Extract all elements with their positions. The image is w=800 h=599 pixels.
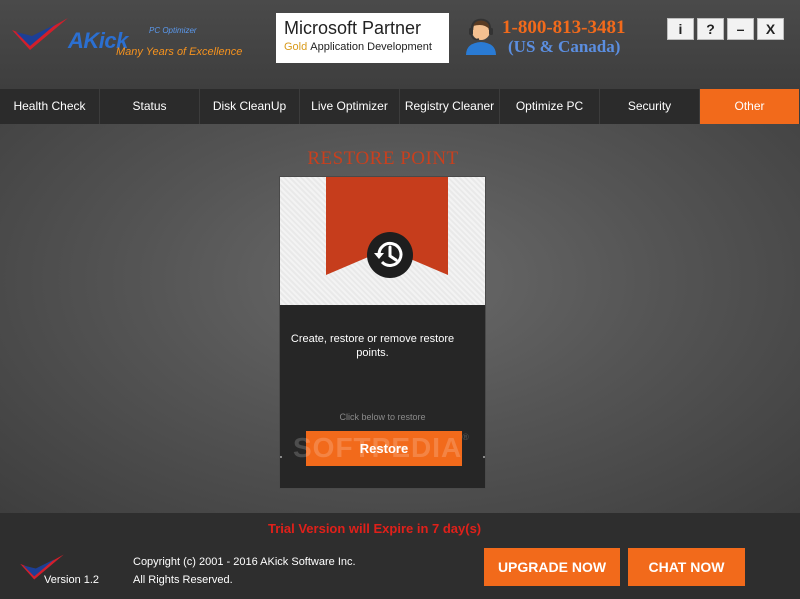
app-footer: Trial Version will Expire in 7 day(s) Ve… [0, 513, 800, 599]
tab-status[interactable]: Status [100, 89, 200, 124]
help-button[interactable]: ? [697, 18, 724, 40]
page-title: RESTORE POINT [307, 148, 459, 169]
copyright-line-2: All Rights Reserved. [133, 574, 233, 586]
watermark-registered-mark: ® [462, 432, 470, 442]
tab-registry-cleaner[interactable]: Registry Cleaner [400, 89, 500, 124]
card-header-pattern [280, 177, 485, 305]
card-hint: Click below to restore [339, 412, 426, 422]
app-logo: AKick PC Optimizer Many Years of Excelle… [10, 16, 270, 64]
chat-now-button[interactable]: CHAT NOW [628, 548, 745, 586]
tab-optimize-pc[interactable]: Optimize PC [500, 89, 600, 124]
trial-notice: Trial Version will Expire in 7 day(s) [268, 521, 482, 536]
close-button[interactable]: X [757, 18, 784, 40]
app-header: AKick PC Optimizer Many Years of Excelle… [0, 0, 800, 89]
softpedia-watermark: SOFTPEDIA® [293, 432, 470, 464]
card-divider-right [483, 456, 485, 458]
tab-live-optimizer[interactable]: Live Optimizer [300, 89, 400, 124]
partner-title: Microsoft Partner [284, 18, 422, 38]
microsoft-partner-badge: Microsoft Partner Gold Application Develo… [276, 13, 449, 63]
akick-logo-icon [12, 18, 68, 50]
tab-health-check[interactable]: Health Check [0, 89, 100, 124]
minimize-button[interactable]: – [727, 18, 754, 40]
watermark-text: SOFTPEDIA [293, 432, 463, 463]
partner-level: Application Development [310, 41, 432, 53]
support-phone[interactable]: 1-800-813-3481 [502, 18, 625, 38]
copyright: Copyright (c) 2001 - 2016 AKick Software… [133, 553, 356, 589]
logo-tagline: Many Years of Excellence [116, 46, 243, 58]
main-nav: Health Check Status Disk CleanUp Live Op… [0, 89, 800, 124]
tab-other[interactable]: Other [700, 89, 800, 124]
partner-gold-label: Gold [284, 41, 308, 53]
tab-disk-cleanup[interactable]: Disk CleanUp [200, 89, 300, 124]
version-label: Version 1.2 [44, 574, 100, 586]
copyright-line-1: Copyright (c) 2001 - 2016 AKick Software… [133, 556, 356, 568]
main-panel: RESTORE POINT Create, restore or remove … [0, 124, 800, 513]
partner-subtitle: Gold Application Development [284, 41, 441, 53]
upgrade-now-button[interactable]: UPGRADE NOW [484, 548, 620, 586]
support-region: (US & Canada) [508, 37, 621, 56]
tab-security[interactable]: Security [600, 89, 700, 124]
headset-agent-icon [466, 18, 496, 55]
card-divider-left [280, 456, 282, 458]
logo-subtitle: PC Optimizer [149, 26, 197, 35]
info-button[interactable]: i [667, 18, 694, 40]
card-description: Create, restore or remove restore points… [290, 333, 455, 359]
history-clock-icon [367, 232, 413, 278]
